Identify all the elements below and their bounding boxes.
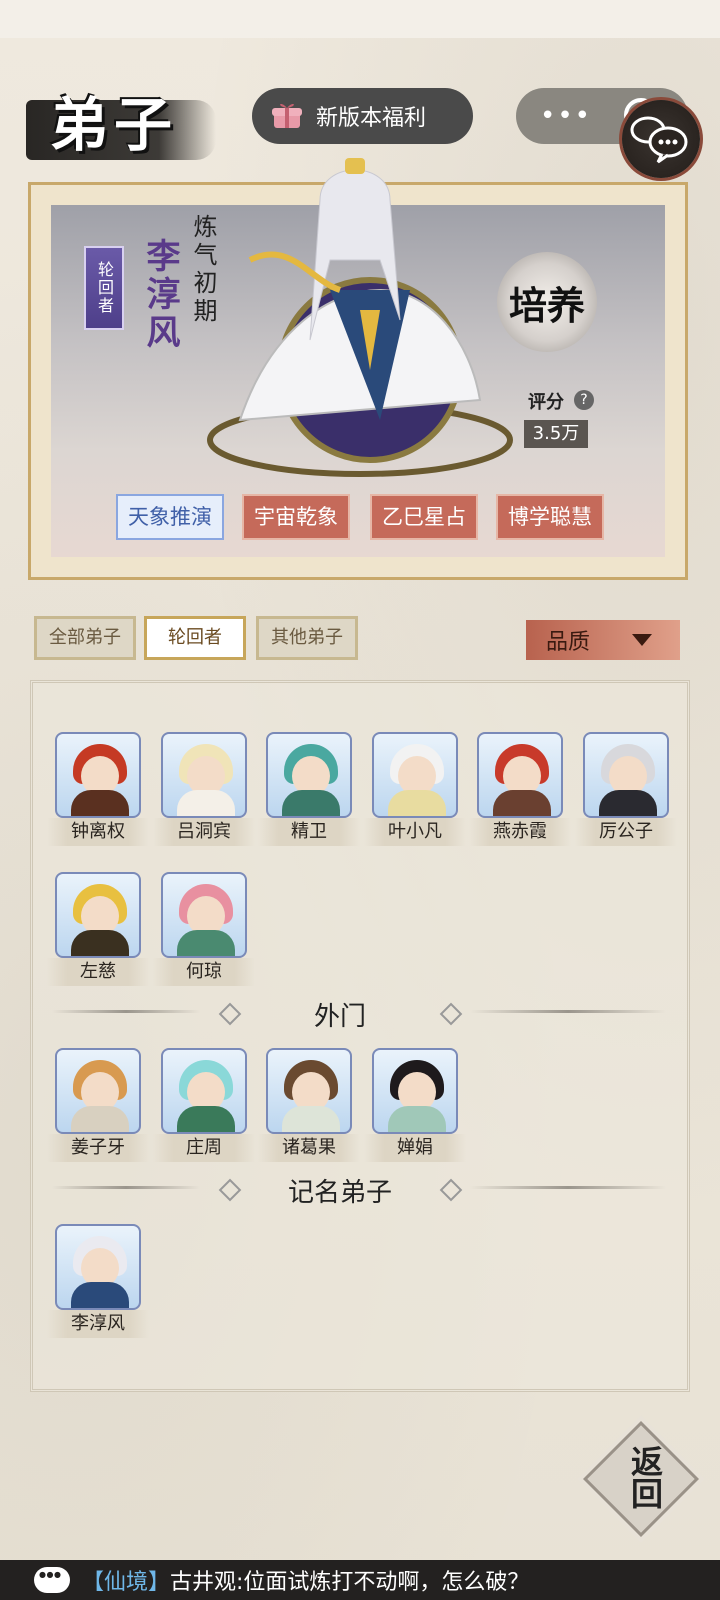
disciple-portrait (55, 1224, 141, 1310)
disciple-name: 吕洞宾 (153, 818, 255, 846)
disciple-name: 左慈 (47, 958, 149, 986)
disciple-portrait (372, 1048, 458, 1134)
section-divider (470, 1010, 666, 1013)
world-chat-ticker[interactable]: 【仙境】 古井观:位面试炼打不动啊，怎么破？ (0, 1560, 720, 1600)
disciple-name: 何琼 (153, 958, 255, 986)
disciple-card[interactable]: 厉公子 (575, 732, 677, 846)
filter-reincarnators[interactable]: 轮回者 (144, 616, 246, 660)
quality-sort-label: 品质 (546, 630, 591, 655)
dropdown-arrow-icon (632, 634, 652, 646)
disciple-name: 庄周 (153, 1134, 255, 1162)
cultivate-button[interactable]: 培养 (497, 252, 597, 352)
gift-icon (272, 102, 302, 130)
disciple-portrait (55, 1048, 141, 1134)
disciple-card[interactable]: 庄周 (153, 1048, 255, 1162)
page-title: 弟子 (50, 91, 179, 159)
disciple-name: 钟离权 (47, 818, 149, 846)
disciple-portrait (266, 732, 352, 818)
section-divider (52, 1186, 200, 1189)
filter-other-disciples[interactable]: 其他弟子 (256, 616, 358, 660)
skill-yuzhou-qianxiang[interactable]: 宇宙乾象 (242, 494, 350, 540)
disciple-portrait (477, 732, 563, 818)
chat-channel: 【仙境】 (82, 1570, 171, 1595)
chat-bubble-icon (34, 1567, 70, 1593)
section-title-outer-gate: 外门 (313, 1002, 366, 1032)
disciple-card[interactable]: 钟离权 (47, 732, 149, 846)
disciple-portrait (55, 872, 141, 958)
disciple-card[interactable]: 诸葛果 (258, 1048, 360, 1162)
hero-portrait-illustration[interactable] (180, 140, 540, 500)
skill-tianxiang-tuiyan[interactable]: 天象推演 (116, 494, 224, 540)
skill-boxue-conghui[interactable]: 博学聪慧 (496, 494, 604, 540)
section-title-registered-disciples: 记名弟子 (287, 1178, 392, 1208)
disciple-name: 厉公子 (575, 818, 677, 846)
disciple-card[interactable]: 何琼 (153, 872, 255, 986)
section-divider (470, 1186, 666, 1189)
disciple-card[interactable]: 精卫 (258, 732, 360, 846)
disciple-name: 李淳风 (47, 1310, 149, 1338)
cultivation-stage: 炼气初期 (189, 214, 217, 326)
cultivate-label: 培养 (508, 282, 585, 328)
disciple-name: 婵娟 (364, 1134, 466, 1162)
skill-yisi-xingzhan[interactable]: 乙巳星占 (370, 494, 478, 540)
disciple-portrait (161, 732, 247, 818)
more-menu-icon[interactable]: ••• (540, 103, 592, 129)
back-button-label[interactable]: 返回 (608, 1432, 668, 1522)
disciple-portrait (583, 732, 669, 818)
score-label: 评分 (528, 392, 564, 413)
quality-sort-dropdown[interactable]: 品质 (526, 620, 680, 660)
help-icon[interactable]: ? (574, 390, 594, 410)
disciple-name: 燕赤霞 (469, 818, 571, 846)
disciple-portrait (266, 1048, 352, 1134)
disciple-portrait (55, 732, 141, 818)
disciple-portrait (372, 732, 458, 818)
disciple-card[interactable]: 吕洞宾 (153, 732, 255, 846)
disciple-name: 姜子牙 (47, 1134, 149, 1162)
disciple-card[interactable]: 婵娟 (364, 1048, 466, 1162)
hero-name: 李淳风 (140, 238, 180, 352)
update-benefits-button[interactable]: 新版本福利 (252, 88, 473, 144)
disciple-card[interactable]: 叶小凡 (364, 732, 466, 846)
disciple-portrait (161, 1048, 247, 1134)
update-benefits-label: 新版本福利 (316, 106, 427, 131)
rank-badge: 轮回者 (84, 246, 124, 330)
disciple-card[interactable]: 李淳风 (47, 1224, 149, 1338)
disciple-name: 诸葛果 (258, 1134, 360, 1162)
disciple-name: 精卫 (258, 818, 360, 846)
chat-button[interactable] (622, 100, 700, 178)
disciple-card[interactable]: 左慈 (47, 872, 149, 986)
disciple-card[interactable]: 姜子牙 (47, 1048, 149, 1162)
status-bar-area (0, 0, 720, 38)
disciple-card[interactable]: 燕赤霞 (469, 732, 571, 846)
disciple-portrait (161, 872, 247, 958)
chat-bubble-icon (630, 116, 688, 164)
disciple-name: 叶小凡 (364, 818, 466, 846)
score-value: 3.5万 (524, 420, 588, 448)
chat-message: 古井观:位面试炼打不动啊，怎么破？ (170, 1570, 530, 1595)
filter-all-disciples[interactable]: 全部弟子 (34, 616, 136, 660)
section-divider (52, 1010, 200, 1013)
